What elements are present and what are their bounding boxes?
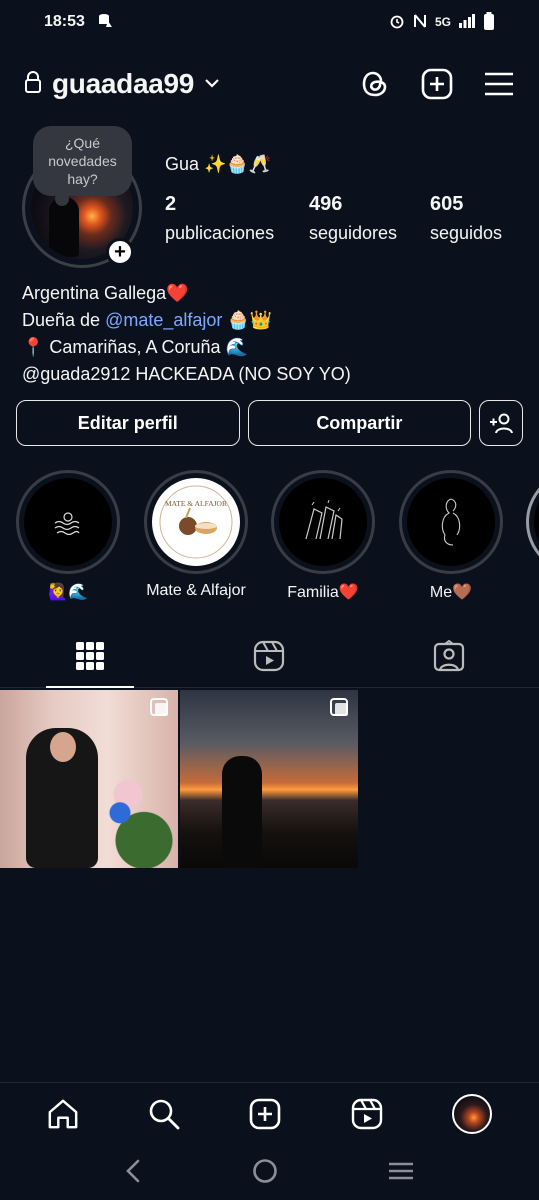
carousel-icon — [330, 698, 348, 716]
stat-posts[interactable]: 2 publicaciones — [165, 192, 274, 244]
system-navigation — [0, 1146, 539, 1200]
search-icon[interactable] — [148, 1098, 180, 1130]
story-highlights: 🙋‍♀️🌊 MATE & ALFAJOR Mate & Alfajor Fami… — [0, 470, 539, 602]
highlight-label: Familia❤️ — [287, 584, 359, 601]
post-flowers — [96, 776, 176, 868]
profile-tabs — [0, 628, 539, 688]
recents-icon[interactable] — [387, 1161, 415, 1186]
post-figure — [222, 756, 262, 868]
home-icon[interactable] — [47, 1098, 79, 1130]
status-bar: 18:53 5G — [0, 0, 539, 44]
discover-people-button[interactable] — [479, 400, 523, 446]
highlight-label: 🙋‍♀️🌊 — [48, 584, 88, 601]
nfc-icon — [413, 13, 427, 32]
edit-profile-button[interactable]: Editar perfil — [16, 400, 240, 446]
grid-icon — [76, 642, 104, 670]
tagged-person-icon — [433, 640, 465, 672]
profile-bio: Argentina Gallega❤️ Dueña de @mate_alfaj… — [22, 280, 351, 388]
stat-value: 2 — [165, 193, 177, 215]
home-circle-icon[interactable] — [252, 1158, 278, 1189]
profile-actions: Editar perfil Compartir — [16, 400, 523, 446]
battery-icon — [483, 11, 495, 33]
carousel-icon — [150, 698, 168, 716]
back-icon[interactable] — [124, 1159, 144, 1188]
create-post-icon[interactable] — [421, 68, 453, 100]
stat-followers[interactable]: 496 seguidores — [309, 192, 397, 244]
mate-alfajor-logo-icon: MATE & ALFAJOR — [159, 485, 233, 559]
bio-text: 🧁👑 — [222, 310, 273, 330]
active-tab-indicator — [46, 686, 134, 688]
signal-icon — [459, 13, 475, 31]
network-label: 5G — [434, 15, 451, 29]
highlight-item[interactable] — [526, 470, 539, 574]
note-bubble[interactable]: ¿Qué novedades hay? — [33, 126, 132, 206]
highlight-label: Mate & Alfajor — [146, 582, 246, 599]
highlight-label: Me🤎 — [429, 584, 473, 601]
lock-icon — [24, 70, 42, 98]
chevron-down-icon[interactable] — [204, 75, 220, 93]
bio-text: Dueña de — [22, 310, 106, 330]
highlight-item[interactable]: Me🤎 — [399, 470, 503, 602]
reels-nav-icon[interactable] — [351, 1098, 383, 1130]
post-thumbnail[interactable] — [0, 690, 178, 868]
family-toast-icon — [305, 499, 343, 540]
menu-icon[interactable] — [483, 68, 515, 100]
add-story-icon[interactable]: + — [106, 238, 134, 266]
line-figure-icon — [441, 498, 461, 546]
stat-label: seguidos — [430, 223, 503, 243]
waves-icon — [54, 512, 80, 535]
add-person-icon — [490, 413, 514, 434]
stat-value: 496 — [309, 193, 343, 215]
bio-line: Dueña de @mate_alfajor 🧁👑 — [22, 307, 351, 334]
tab-reels[interactable] — [249, 636, 289, 676]
stat-following[interactable]: 605 seguidos — [430, 192, 502, 244]
post-figure — [26, 728, 98, 868]
tab-tagged[interactable] — [429, 636, 469, 676]
stat-value: 605 — [430, 193, 464, 215]
bottom-navigation — [0, 1082, 539, 1144]
highlight-item[interactable]: MATE & ALFAJOR Mate & Alfajor — [144, 470, 248, 600]
create-icon[interactable] — [249, 1098, 281, 1130]
stat-label: publicaciones — [165, 223, 275, 243]
stat-label: seguidores — [309, 223, 398, 243]
status-time: 18:53 — [44, 13, 85, 30]
logo-text: MATE & ALFAJOR — [165, 499, 227, 508]
highlight-item[interactable]: 🙋‍♀️🌊 — [16, 470, 120, 602]
reels-icon — [253, 640, 285, 672]
highlight-item[interactable]: Familia❤️ — [271, 470, 375, 602]
profile-display-name: Gua ✨🧁🥂 — [165, 154, 272, 174]
alarm-icon — [389, 13, 405, 32]
profile-nav-avatar[interactable] — [452, 1093, 493, 1134]
share-profile-button[interactable]: Compartir — [247, 400, 472, 446]
bio-line: @guada2912 HACKEADA (NO SOY YO) — [22, 364, 351, 384]
username[interactable]: guaadaa99 — [52, 68, 194, 100]
bio-line: Argentina Gallega❤️ — [22, 283, 189, 303]
bio-mention-link[interactable]: @mate_alfajor — [105, 310, 222, 330]
threads-icon[interactable] — [359, 68, 391, 100]
post-thumbnail[interactable] — [180, 690, 358, 868]
profile-header: guaadaa99 — [0, 60, 539, 108]
tab-grid[interactable] — [70, 636, 110, 676]
storage-icon — [97, 12, 113, 33]
bio-line: 📍 Camariñas, A Coruña 🌊 — [22, 337, 248, 357]
